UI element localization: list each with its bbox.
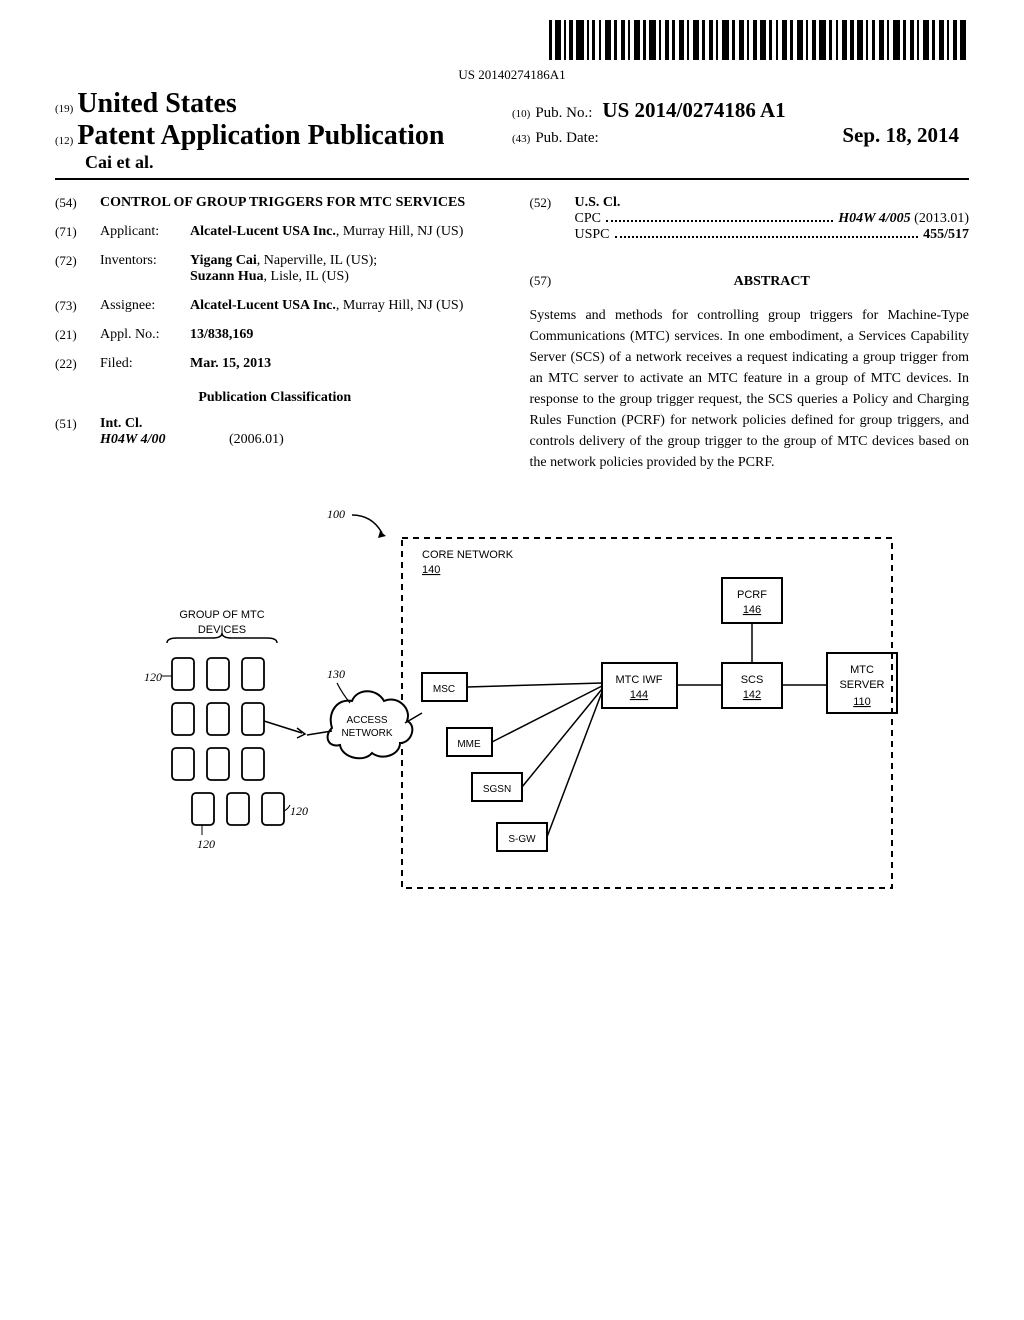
inid-pubdate: (43)	[512, 133, 530, 145]
mtc-server-num: 110	[853, 696, 871, 708]
applno-label: Appl. No.:	[100, 327, 190, 343]
core-network-num: 140	[422, 564, 440, 576]
intcl-label: Int. Cl.	[100, 416, 142, 432]
publication-number: US 2014/0274186 A1	[602, 98, 785, 123]
abstract-header: ABSTRACT	[575, 274, 970, 290]
network-diagram: 100 CORE NETWORK 140 PCRF 146 SCS 142 MT…	[102, 503, 922, 913]
inid-applno: (21)	[55, 327, 100, 343]
filed-label: Filed:	[100, 356, 190, 372]
intcl-date: (2006.01)	[229, 432, 284, 447]
mtc-server-label-1: MTC	[850, 664, 874, 676]
barcode-number: US 20140274186A1	[55, 67, 969, 83]
inid-assignee: (73)	[55, 298, 100, 314]
country-name: United States	[77, 88, 236, 119]
ref-130: 130	[327, 667, 345, 681]
msc-label: MSC	[433, 684, 455, 695]
pub-class-header: Publication Classification	[55, 390, 495, 406]
uspc-value: 455/517	[923, 227, 969, 243]
cpc-value: H04W 4/005	[838, 211, 910, 226]
uspc-row: USPC 455/517	[575, 227, 970, 243]
ref-120-2: 120	[290, 804, 308, 818]
inventors-field: (72) Inventors: Yigang Cai, Naperville, …	[55, 253, 495, 285]
sgw-label: S-GW	[508, 834, 536, 845]
application-number: 13/838,169	[190, 327, 495, 343]
inid-title: (54)	[55, 195, 100, 211]
uscl-label: U.S. Cl.	[575, 195, 621, 211]
uspc-label: USPC	[575, 227, 610, 243]
applicant-location: , Murray Hill, NJ (US)	[336, 224, 464, 239]
mme-label: MME	[457, 739, 481, 750]
inventor-2-loc: , Lisle, IL (US)	[264, 269, 349, 284]
filed-field: (22) Filed: Mar. 15, 2013	[55, 356, 495, 372]
intcl-field: (51) Int. Cl.	[55, 416, 495, 432]
access-network-label-1: ACCESS	[346, 715, 387, 726]
mtc-iwf-num: 144	[630, 689, 648, 701]
inid-pubno: (10)	[512, 108, 530, 120]
barcode-section: US 20140274186A1	[55, 20, 969, 83]
filed-date: Mar. 15, 2013	[190, 356, 495, 372]
assignee-location: , Murray Hill, NJ (US)	[336, 298, 464, 313]
assignee-label: Assignee:	[100, 298, 190, 314]
inventor-1-loc: , Naperville, IL (US);	[257, 253, 377, 268]
abstract-text: Systems and methods for controlling grou…	[530, 305, 970, 473]
mtc-iwf-label: MTC IWF	[615, 674, 662, 686]
inventors-label: Inventors:	[100, 253, 190, 285]
pubdate-label: Pub. Date:	[535, 130, 598, 147]
inid-pubtype: (12)	[55, 135, 73, 147]
scs-num: 142	[743, 689, 761, 701]
inid-inventors: (72)	[55, 253, 100, 285]
ref-100: 100	[327, 507, 345, 521]
cpc-date: (2013.01)	[911, 211, 969, 226]
inid-abstract: (57)	[530, 273, 575, 289]
inid-uscl: (52)	[530, 195, 575, 211]
patent-title: CONTROL OF GROUP TRIGGERS FOR MTC SERVIC…	[100, 195, 495, 211]
ref-120-1: 120	[144, 670, 162, 684]
mtc-server-label-2: SERVER	[839, 679, 884, 691]
access-network-label-2: NETWORK	[341, 728, 392, 739]
assignee-name: Alcatel-Lucent USA Inc.	[190, 298, 336, 313]
uspc-dots	[615, 236, 919, 238]
applicant-label: Applicant:	[100, 224, 190, 240]
inid-filed: (22)	[55, 356, 100, 372]
inid-applicant: (71)	[55, 224, 100, 240]
sgsn-label: SGSN	[483, 784, 511, 795]
cpc-label: CPC	[575, 211, 601, 227]
pcrf-num: 146	[743, 604, 761, 616]
uscl-field: (52) U.S. Cl.	[530, 195, 970, 211]
pubno-label: Pub. No.:	[535, 105, 592, 122]
group-mtc-label-1: GROUP OF MTC	[179, 609, 264, 621]
pcrf-label: PCRF	[737, 589, 767, 601]
publication-date: Sep. 18, 2014	[842, 123, 969, 148]
figure-container: 100 CORE NETWORK 140 PCRF 146 SCS 142 MT…	[55, 503, 969, 918]
scs-label: SCS	[741, 674, 764, 686]
applicant-name: Alcatel-Lucent USA Inc.	[190, 224, 336, 239]
ref-120-3: 120	[197, 837, 215, 851]
inid-intcl: (51)	[55, 416, 100, 432]
author-names: Cai et al.	[85, 152, 153, 172]
assignee-field: (73) Assignee: Alcatel-Lucent USA Inc., …	[55, 298, 495, 314]
document-header: (19) United States (12) Patent Applicati…	[55, 88, 969, 180]
title-field: (54) CONTROL OF GROUP TRIGGERS FOR MTC S…	[55, 195, 495, 211]
core-network-label: CORE NETWORK	[422, 549, 514, 561]
cpc-row: CPC H04W 4/005 (2013.01)	[575, 211, 970, 227]
applno-field: (21) Appl. No.: 13/838,169	[55, 327, 495, 343]
barcode-image	[549, 20, 969, 60]
body-columns: (54) CONTROL OF GROUP TRIGGERS FOR MTC S…	[55, 195, 969, 473]
inventor-1-name: Yigang Cai	[190, 253, 257, 268]
intcl-class: H04W 4/00	[100, 432, 165, 447]
applicant-field: (71) Applicant: Alcatel-Lucent USA Inc.,…	[55, 224, 495, 240]
inventor-2-name: Suzann Hua	[190, 269, 264, 284]
publication-type: Patent Application Publication	[77, 120, 444, 151]
inid-country: (19)	[55, 103, 73, 115]
cpc-dots	[606, 220, 833, 222]
